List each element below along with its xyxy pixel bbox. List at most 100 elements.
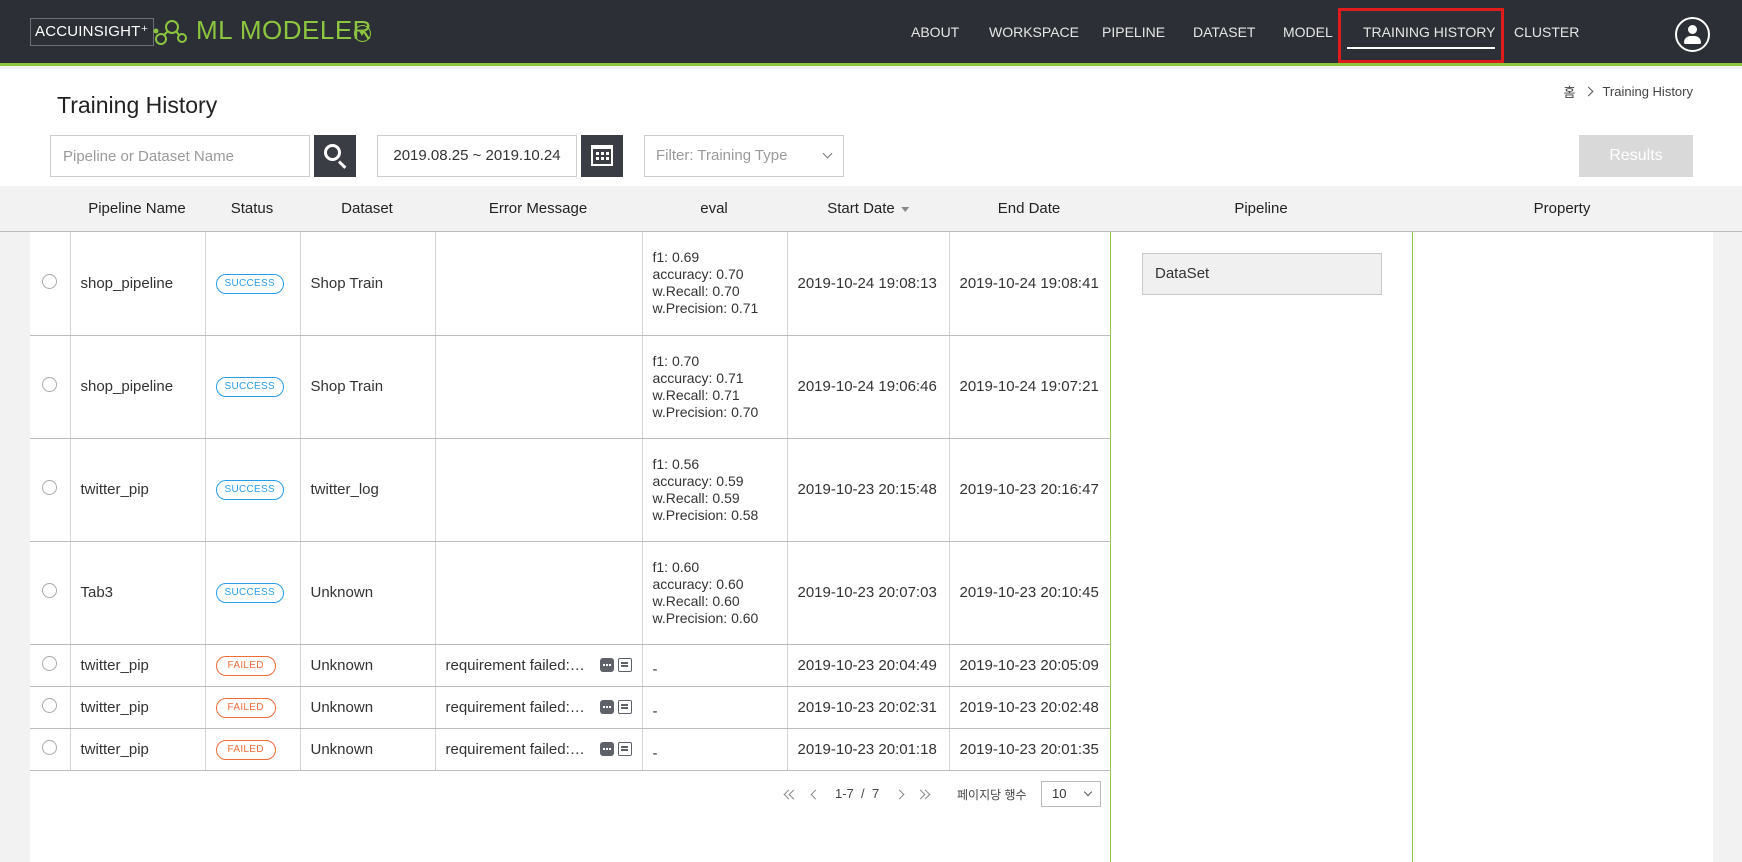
dataset-cell: Unknown <box>300 728 436 771</box>
more-icon[interactable] <box>599 742 614 756</box>
pipeline-name-cell: twitter_pip <box>70 438 206 542</box>
pipeline-name-cell: twitter_pip <box>70 644 206 687</box>
nav-cluster[interactable]: CLUSTER <box>1514 24 1579 40</box>
status-badge: FAILED <box>215 739 276 760</box>
start-date-cell: 2019-10-23 20:02:31 <box>787 686 950 729</box>
calendar-icon <box>591 145 613 166</box>
error-cell <box>435 438 643 542</box>
row-radio[interactable] <box>42 583 58 598</box>
status-badge: SUCCESS <box>215 480 284 500</box>
search-button[interactable] <box>314 135 356 177</box>
error-cell <box>435 541 643 645</box>
nav-workspace[interactable]: WORKSPACE <box>989 24 1079 40</box>
pipeline-name-cell: shop_pipeline <box>70 232 206 336</box>
row-radio[interactable] <box>42 273 58 289</box>
nav-dataset[interactable]: DATASET <box>1193 24 1256 40</box>
eval-line: accuracy: 0.60 <box>652 575 744 592</box>
pipeline-node-dataset[interactable]: DataSet <box>1142 253 1382 295</box>
header-end-date[interactable]: End Date <box>998 200 1061 217</box>
training-history-table: shop_pipeline SUCCESS Shop Train f1: 0.69 ac… <box>30 232 1111 771</box>
header-pipeline-name[interactable]: Pipeline Name <box>88 200 186 217</box>
nav-pipeline[interactable]: PIPELINE <box>1102 24 1165 40</box>
top-navbar: ACCUINSIGHT⁺ ML MODELER ABOUT WORKSPACE … <box>0 0 1742 66</box>
product-name[interactable]: ML MODELER <box>196 15 372 46</box>
dataset-cell: Shop Train <box>300 232 436 336</box>
rows-per-page-select[interactable]: 10 <box>1041 781 1101 807</box>
eval-line: w.Recall: 0.60 <box>652 592 740 609</box>
eval-metrics: f1: 0.56 accuracy: 0.59 w.Recall: 0.59 w.Pr… <box>653 456 777 524</box>
rows-per-page-label: 페이지당 행수 <box>957 788 1027 802</box>
header-error-message[interactable]: Error Message <box>489 200 587 217</box>
start-date-cell: 2019-10-23 20:15:48 <box>787 438 950 542</box>
status-badge: SUCCESS <box>215 377 284 397</box>
row-radio[interactable] <box>42 697 58 713</box>
more-icon[interactable] <box>599 700 614 714</box>
page-title: Training History <box>57 92 218 118</box>
eval-metrics: f1: 0.60 accuracy: 0.60 w.Recall: 0.60 w.Pr… <box>653 559 777 627</box>
breadcrumb-current: Training History <box>1602 84 1693 99</box>
error-text: requirement failed: ··· <box>445 698 586 716</box>
status-badge: FAILED <box>215 697 276 718</box>
more-icon[interactable] <box>599 658 614 672</box>
eval-cell: f1: 0.60 accuracy: 0.60 w.Recall: 0.60 w.Pr… <box>642 541 788 645</box>
eval-empty: - <box>652 660 658 678</box>
table-row[interactable]: shop_pipeline SUCCESS Shop Train f1: 0.70 ac… <box>30 335 1111 439</box>
row-radio[interactable] <box>42 655 58 671</box>
row-radio[interactable] <box>42 377 58 392</box>
training-type-filter[interactable]: Filter: Training Type <box>644 135 844 177</box>
status-badge: SUCCESS <box>215 583 284 603</box>
breadcrumb-home[interactable]: 홈 <box>1563 82 1575 101</box>
eval-cell: f1: 0.69 accuracy: 0.70 w.Recall: 0.70 w.Pr… <box>642 232 788 336</box>
eval-line: accuracy: 0.71 <box>652 369 744 386</box>
end-date-cell: 2019-10-23 20:01:35 <box>949 728 1111 771</box>
search-input[interactable] <box>50 135 310 177</box>
error-cell: requirement failed: ··· <box>435 728 643 771</box>
eval-line: w.Recall: 0.70 <box>652 283 740 300</box>
table-row[interactable]: shop_pipeline SUCCESS Shop Train f1: 0.69 ac… <box>30 232 1111 336</box>
header-property: Property <box>1533 200 1591 217</box>
row-radio[interactable] <box>42 480 58 495</box>
start-date-cell: 2019-10-23 20:07:03 <box>787 541 950 645</box>
end-date-cell: 2019-10-23 20:02:48 <box>949 686 1111 729</box>
eval-metrics: f1: 0.70 accuracy: 0.71 w.Recall: 0.71 w.Pr… <box>653 353 777 421</box>
header-status[interactable]: Status <box>231 200 274 217</box>
calendar-button[interactable] <box>581 135 623 177</box>
table-row[interactable]: twitter_pip FAILED Unknown requirement fail… <box>30 644 1111 687</box>
document-icon[interactable] <box>617 742 632 756</box>
company-logo[interactable]: ACCUINSIGHT⁺ <box>30 18 154 46</box>
eval-cell: - <box>642 686 788 729</box>
header-start-date[interactable]: Start Date <box>827 200 909 217</box>
eval-line: accuracy: 0.70 <box>652 266 744 283</box>
sort-descending-icon[interactable] <box>900 206 909 212</box>
header-dataset[interactable]: Dataset <box>341 200 393 217</box>
nav-about[interactable]: ABOUT <box>911 24 959 40</box>
property-panel-divider <box>1412 232 1413 862</box>
filter-placeholder: Filter: Training Type <box>656 147 788 164</box>
chevron-down-icon <box>1083 787 1093 797</box>
eval-cell: f1: 0.56 accuracy: 0.59 w.Recall: 0.59 w.Pr… <box>642 438 788 542</box>
end-date-cell: 2019-10-24 19:07:21 <box>949 335 1111 439</box>
end-date-cell: 2019-10-23 20:05:09 <box>949 644 1111 687</box>
table-header: Pipeline Name Status Dataset Error Messa… <box>0 186 1742 232</box>
header-eval[interactable]: eval <box>700 200 728 217</box>
eval-line: w.Precision: 0.60 <box>652 609 759 626</box>
breadcrumb: 홈 Training History <box>1563 82 1693 101</box>
dataset-cell: Unknown <box>300 686 436 729</box>
row-radio[interactable] <box>42 739 58 755</box>
table-row[interactable]: Tab3 SUCCESS Unknown f1: 0.60 accuracy: 0.60… <box>30 541 1111 645</box>
user-account-icon[interactable] <box>1675 17 1710 52</box>
results-button[interactable]: Results <box>1579 135 1693 177</box>
date-range-field[interactable]: 2019.08.25 ~ 2019.10.24 <box>377 135 577 177</box>
nav-model[interactable]: MODEL <box>1283 24 1333 40</box>
document-icon[interactable] <box>617 700 632 714</box>
eval-metrics: f1: 0.69 accuracy: 0.70 w.Recall: 0.70 w.Pr… <box>653 249 777 317</box>
document-icon[interactable] <box>617 658 632 672</box>
eval-line: f1: 0.56 <box>652 455 700 472</box>
table-row[interactable]: twitter_pip FAILED Unknown requirement fail… <box>30 728 1111 771</box>
error-cell <box>435 335 643 439</box>
product-menu-chevron-icon[interactable] <box>354 25 371 42</box>
table-row[interactable]: twitter_pip FAILED Unknown requirement fail… <box>30 686 1111 729</box>
eval-line: w.Precision: 0.58 <box>652 506 759 523</box>
ml-modeler-logo-icon <box>153 20 187 45</box>
table-row[interactable]: twitter_pip SUCCESS twitter_log f1: 0.56 acc… <box>30 438 1111 542</box>
